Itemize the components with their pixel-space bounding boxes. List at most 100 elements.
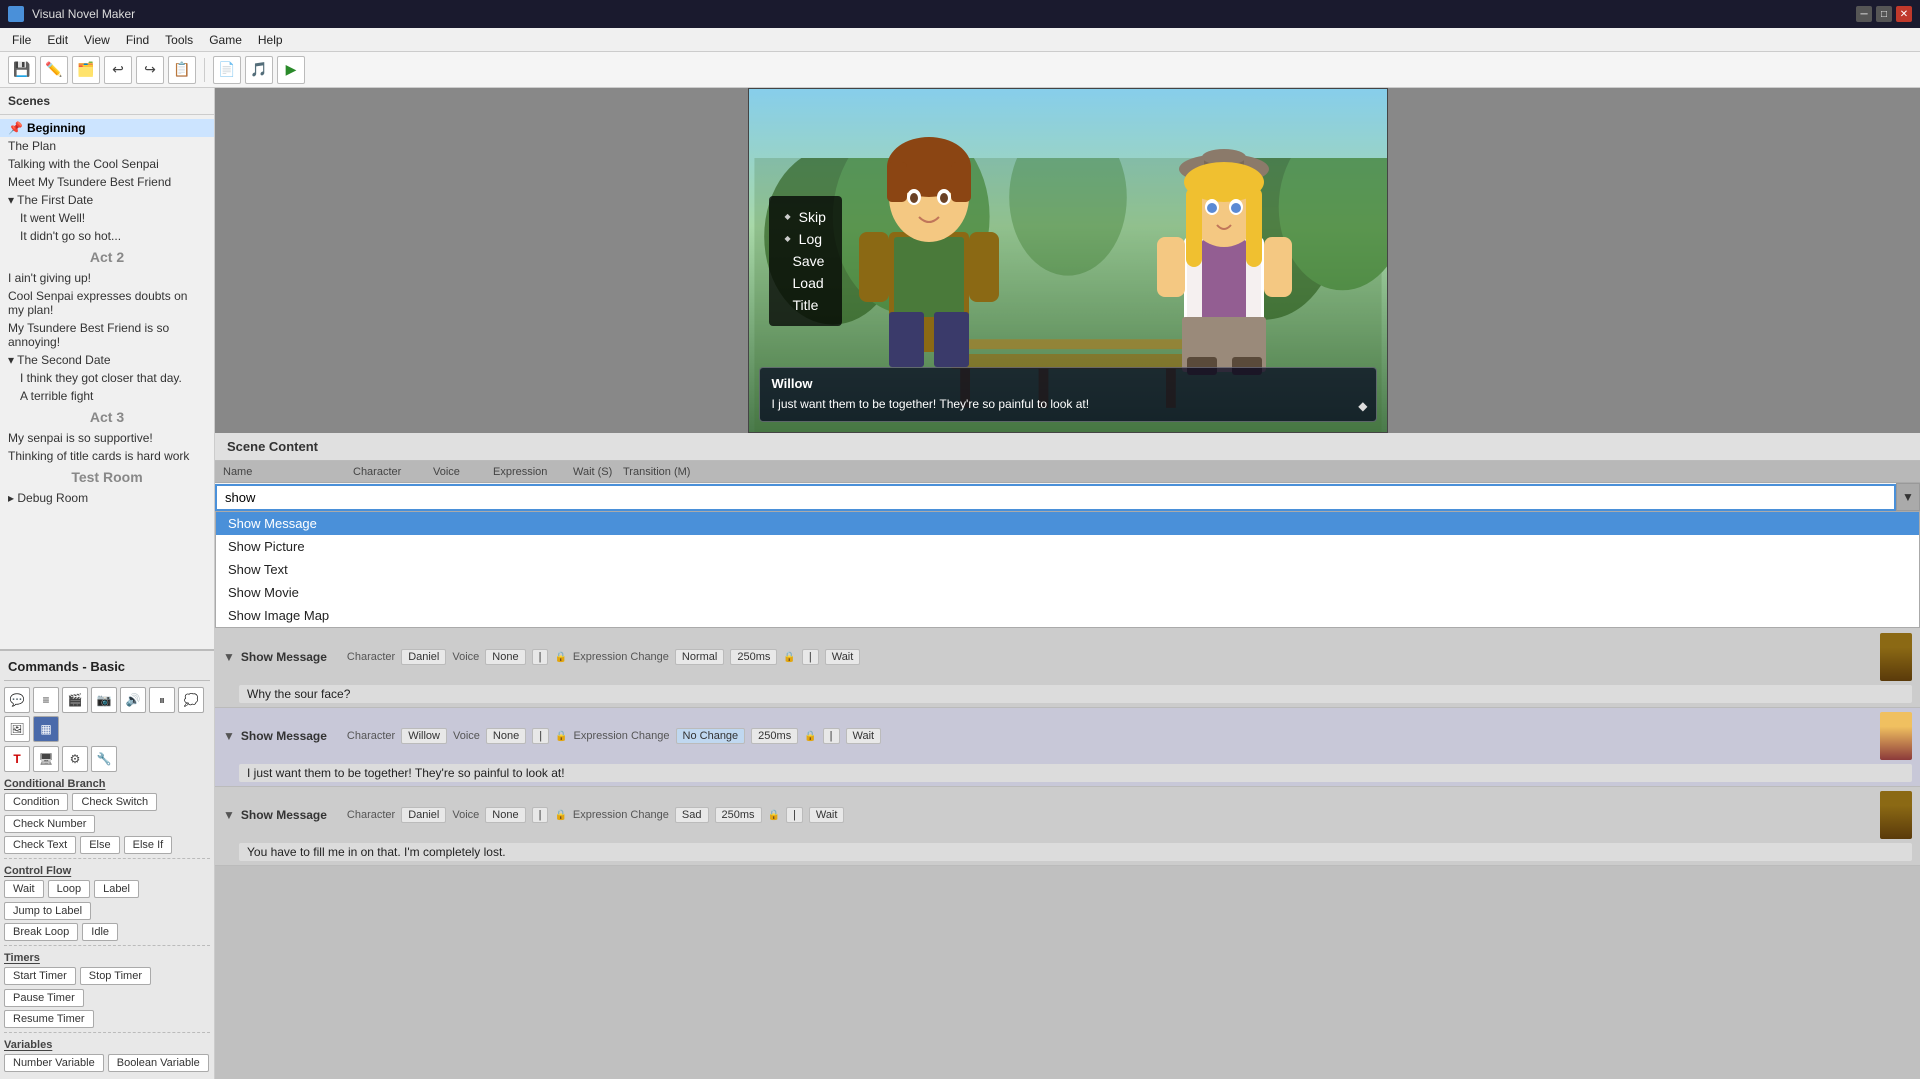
cmd-row-3-time-value[interactable]: 250ms [715,807,762,823]
cmd-row-1-expr-value[interactable]: Normal [675,649,724,665]
cmd-row-3-char-value[interactable]: Daniel [401,807,446,823]
tool-audio[interactable]: 🎵 [245,56,273,84]
scene-item-title-cards[interactable]: Thinking of title cards is hard work [0,447,214,465]
cmd-row-3-voice-value[interactable]: None [485,807,525,823]
cmd-row-1-time-value[interactable]: 250ms [730,649,777,665]
cmd-icon-pause[interactable]: ⏸ [149,687,175,713]
menu-save[interactable]: Save [785,250,826,272]
cmd-icon-bubble[interactable]: 💭 [178,687,204,713]
menu-game[interactable]: Game [201,31,250,49]
cmd-row-2-char-value[interactable]: Willow [401,728,447,744]
autocomplete-show-movie[interactable]: Show Movie [216,581,1919,604]
cmd-row-1-text: Why the sour face? [239,685,1912,703]
conditional-branch-row2: Check Text Else Else If [4,836,210,854]
cmd-icon-image[interactable]: 🖼 [4,716,30,742]
cmd-check-number[interactable]: Check Number [4,815,95,833]
cmd-icon-picture[interactable]: 📷 [91,687,117,713]
cmd-loop[interactable]: Loop [48,880,90,898]
cmd-icon-gear[interactable]: ⚙ [62,746,88,772]
scene-item-the-plan[interactable]: The Plan [0,137,214,155]
cmd-row-1-char-value[interactable]: Daniel [401,649,446,665]
cmd-resume-timer[interactable]: Resume Timer [4,1010,94,1028]
cmd-icon-text[interactable]: T [4,746,30,772]
cmd-row-2-time-value[interactable]: 250ms [751,728,798,744]
cmd-row-3-expand[interactable]: ▼ [223,808,235,822]
scene-item-closer[interactable]: I think they got closer that day. [0,369,214,387]
autocomplete-show-message[interactable]: Show Message [216,512,1919,535]
cmd-number-variable[interactable]: Number Variable [4,1054,104,1072]
cmd-icon-map[interactable]: ▦ [33,716,59,742]
tool-edit[interactable]: ✏️ [40,56,68,84]
menu-load[interactable]: Load [785,272,826,294]
autocomplete-show-picture[interactable]: Show Picture [216,535,1919,558]
tool-play[interactable]: ▶ [277,56,305,84]
menu-title[interactable]: Title [785,294,826,316]
tool-copy[interactable]: 📋 [168,56,196,84]
cmd-check-switch[interactable]: Check Switch [72,793,157,811]
cmd-icon-tool[interactable]: 🔧 [91,746,117,772]
autocomplete-show-image-map[interactable]: Show Image Map [216,604,1919,627]
cmd-icon-list[interactable]: ≡ [33,687,59,713]
command-search-input[interactable] [215,484,1896,511]
scene-item-it-went-well[interactable]: It went Well! [0,209,214,227]
scene-item-talking[interactable]: Talking with the Cool Senpai [0,155,214,173]
menu-file[interactable]: File [4,31,39,49]
autocomplete-show-text[interactable]: Show Text [216,558,1919,581]
cmd-row-1-wait[interactable]: Wait [825,649,861,665]
cmd-row-2-expand[interactable]: ▼ [223,729,235,743]
scene-item-first-date[interactable]: ▾ The First Date [0,191,214,209]
menu-help[interactable]: Help [250,31,291,49]
tool-undo[interactable]: ↩ [104,56,132,84]
scene-item-didnt-go-hot[interactable]: It didn't go so hot... [0,227,214,245]
tool-redo[interactable]: ↪ [136,56,164,84]
cmd-boolean-variable[interactable]: Boolean Variable [108,1054,209,1072]
scene-item-senpai-supportive[interactable]: My senpai is so supportive! [0,429,214,447]
cmd-break-loop[interactable]: Break Loop [4,923,78,941]
cmd-check-text[interactable]: Check Text [4,836,76,854]
cmd-pause-timer[interactable]: Pause Timer [4,989,84,1007]
tool-save[interactable]: 💾 [8,56,36,84]
cmd-row-2-wait[interactable]: Wait [846,728,882,744]
tool-export[interactable]: 📄 [213,56,241,84]
cmd-icon-screen[interactable]: 🖥 [33,746,59,772]
menu-skip[interactable]: ◆ Skip [785,206,826,228]
scene-item-beginning[interactable]: 📌 Beginning [0,119,214,137]
timers-title: Timers [4,952,210,964]
cmd-row-2-voice-value[interactable]: None [486,728,526,744]
character-willow [1152,137,1297,377]
cmd-jump-to-label[interactable]: Jump to Label [4,902,91,920]
close-button[interactable]: ✕ [1896,6,1912,22]
scene-item-terrible-fight[interactable]: A terrible fight [0,387,214,405]
menu-log[interactable]: ◆ Log [785,228,826,250]
cmd-row-1-expand[interactable]: ▼ [223,650,235,664]
cmd-condition[interactable]: Condition [4,793,68,811]
cmd-wait[interactable]: Wait [4,880,44,898]
cmd-icon-movie[interactable]: 🎬 [62,687,88,713]
cmd-start-timer[interactable]: Start Timer [4,967,76,985]
scene-item-second-date[interactable]: ▾ The Second Date [0,351,214,369]
scene-item-cool-senpai-doubts[interactable]: Cool Senpai expresses doubts on my plan! [0,287,214,319]
cmd-else[interactable]: Else [80,836,119,854]
cmd-row-3-expr-value[interactable]: Sad [675,807,709,823]
cmd-icon-message[interactable]: 💬 [4,687,30,713]
dropdown-button[interactable]: ▼ [1896,483,1920,511]
cmd-stop-timer[interactable]: Stop Timer [80,967,151,985]
minimize-button[interactable]: ─ [1856,6,1872,22]
cmd-else-if[interactable]: Else If [124,836,173,854]
scene-item-debug-room[interactable]: ▸ Debug Room [0,489,214,507]
tool-folder[interactable]: 🗂️ [72,56,100,84]
menu-edit[interactable]: Edit [39,31,76,49]
cmd-row-2-expr-value[interactable]: No Change [676,728,746,744]
menu-tools[interactable]: Tools [157,31,201,49]
menu-find[interactable]: Find [118,31,157,49]
cmd-label[interactable]: Label [94,880,139,898]
scene-item-meet[interactable]: Meet My Tsundere Best Friend [0,173,214,191]
scene-item-tsundere-annoying[interactable]: My Tsundere Best Friend is so annoying! [0,319,214,351]
menu-view[interactable]: View [76,31,118,49]
cmd-row-3-wait[interactable]: Wait [809,807,845,823]
maximize-button[interactable]: □ [1876,6,1892,22]
cmd-row-1-voice-value[interactable]: None [485,649,525,665]
scene-item-aint-giving-up[interactable]: I ain't giving up! [0,269,214,287]
cmd-idle[interactable]: Idle [82,923,118,941]
cmd-icon-audio[interactable]: 🔊 [120,687,146,713]
